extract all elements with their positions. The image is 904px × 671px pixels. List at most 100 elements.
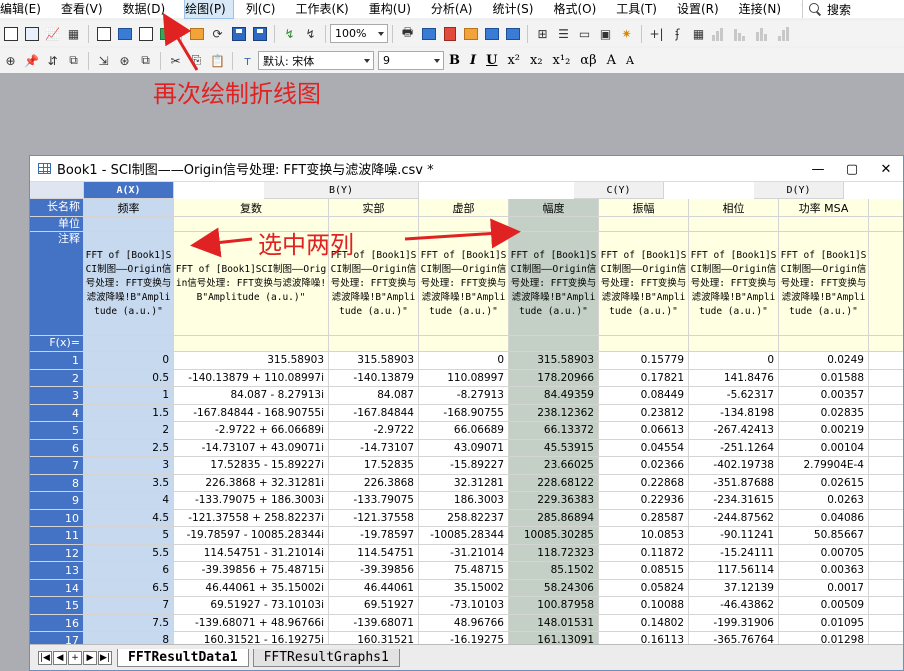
- data-cell[interactable]: 10.0853: [599, 527, 689, 545]
- export-pdf-icon[interactable]: [441, 25, 458, 42]
- data-cell[interactable]: -14.73107: [329, 439, 419, 457]
- formula-cell[interactable]: [419, 336, 509, 352]
- data-cell[interactable]: 148.01531: [509, 614, 599, 632]
- data-cell[interactable]: 226.3868 + 32.31281i: [174, 474, 329, 492]
- data-cell[interactable]: 1: [84, 387, 174, 405]
- open-icon[interactable]: [188, 25, 205, 42]
- data-cell[interactable]: [869, 457, 903, 475]
- data-cell[interactable]: 238.12362: [509, 404, 599, 422]
- new-graph-icon[interactable]: 📈: [44, 25, 61, 42]
- data-cell[interactable]: 69.51927 - 73.10103i: [174, 597, 329, 615]
- project-explorer-icon[interactable]: ⊞: [534, 25, 551, 42]
- pin-icon[interactable]: 📌: [23, 52, 40, 69]
- data-cell[interactable]: 315.58903: [329, 352, 419, 370]
- code-builder-icon[interactable]: ✷: [618, 25, 635, 42]
- data-cell[interactable]: 0.0263: [779, 492, 869, 510]
- data-cell[interactable]: [869, 527, 903, 545]
- data-cell[interactable]: [869, 509, 903, 527]
- zoom-select[interactable]: 100%: [330, 24, 388, 43]
- data-cell[interactable]: 315.58903: [174, 352, 329, 370]
- data-cell[interactable]: 0.0249: [779, 352, 869, 370]
- comment-cell[interactable]: FFT of [Book1]SCI制图——Origin信号处理: FFT变换与滤…: [689, 232, 779, 336]
- search-box[interactable]: 搜索: [802, 0, 904, 18]
- data-cell[interactable]: -15.89227: [419, 457, 509, 475]
- new-matrix-icon[interactable]: ▦: [65, 25, 82, 42]
- data-cell[interactable]: -90.11241: [689, 527, 779, 545]
- duplicate-icon[interactable]: [483, 25, 500, 42]
- data-cell[interactable]: -365.76764: [689, 632, 779, 644]
- data-cell[interactable]: 84.087 - 8.27913i: [174, 387, 329, 405]
- prev-tab-icon[interactable]: ◀: [53, 650, 67, 665]
- long-name-cell[interactable]: 频率: [84, 199, 174, 217]
- menu-item[interactable]: 设置(R): [677, 0, 726, 18]
- last-tab-icon[interactable]: ▶|: [98, 650, 112, 665]
- long-name-cell[interactable]: 幅度: [509, 199, 599, 217]
- data-cell[interactable]: 0.10088: [599, 597, 689, 615]
- formula-cell[interactable]: [84, 336, 174, 352]
- column-header[interactable]: C(Y): [574, 182, 664, 199]
- row-number[interactable]: 12: [30, 544, 84, 562]
- first-tab-icon[interactable]: |◀: [38, 650, 52, 665]
- new-excel-icon[interactable]: [158, 25, 175, 42]
- data-cell[interactable]: 43.09071: [419, 439, 509, 457]
- recalculate-icon[interactable]: ↯: [281, 25, 298, 42]
- data-cell[interactable]: 66.06689: [419, 422, 509, 440]
- units-cell[interactable]: [419, 217, 509, 232]
- row-number[interactable]: 14: [30, 579, 84, 597]
- save-template-icon[interactable]: [251, 25, 268, 42]
- row-number[interactable]: 11: [30, 527, 84, 545]
- data-cell[interactable]: 315.58903: [509, 352, 599, 370]
- data-cell[interactable]: 0.00705: [779, 544, 869, 562]
- data-cell[interactable]: 48.96766: [419, 614, 509, 632]
- add-sheet-icon[interactable]: +: [68, 650, 82, 665]
- minimize-button[interactable]: —: [801, 162, 835, 177]
- data-cell[interactable]: [869, 387, 903, 405]
- menu-item[interactable]: 工作表(K): [296, 0, 356, 18]
- data-cell[interactable]: -133.79075 + 186.3003i: [174, 492, 329, 510]
- chart-thumb-icon[interactable]: [712, 27, 728, 41]
- data-cell[interactable]: 0: [689, 352, 779, 370]
- data-cell[interactable]: 0.00104: [779, 439, 869, 457]
- new-project-icon[interactable]: [2, 25, 19, 42]
- row-number[interactable]: 17: [30, 632, 84, 644]
- data-cell[interactable]: 2.79904E-4: [779, 457, 869, 475]
- data-cell[interactable]: 0: [419, 352, 509, 370]
- data-cell[interactable]: 0.23812: [599, 404, 689, 422]
- long-name-cell[interactable]: 相位: [689, 199, 779, 217]
- data-cell[interactable]: -10085.28344: [419, 527, 509, 545]
- italic-button[interactable]: I: [470, 53, 476, 68]
- import-icon[interactable]: ⇲: [95, 52, 112, 69]
- row-number[interactable]: 10: [30, 509, 84, 527]
- data-cell[interactable]: -133.79075: [329, 492, 419, 510]
- units-cell[interactable]: [599, 217, 689, 232]
- data-cell[interactable]: 3.5: [84, 474, 174, 492]
- menu-item[interactable]: 连接(N): [739, 0, 788, 18]
- data-cell[interactable]: 35.15002: [419, 579, 509, 597]
- row-number[interactable]: 1: [30, 352, 84, 370]
- column-stats-icon[interactable]: ▦: [690, 25, 707, 42]
- data-cell[interactable]: 85.1502: [509, 562, 599, 580]
- units-cell[interactable]: [779, 217, 869, 232]
- data-cell[interactable]: 10085.30285: [509, 527, 599, 545]
- worksheet-grid[interactable]: A(X)B(Y)C(Y)D(Y)E(Y)F(Y)G(Y)H(Y)长名称频率复数实…: [30, 182, 903, 644]
- data-cell[interactable]: 17.52835 - 15.89227i: [174, 457, 329, 475]
- row-number[interactable]: 13: [30, 562, 84, 580]
- long-name-cell[interactable]: 功率 MSA: [779, 199, 869, 217]
- subscript-button[interactable]: x₂: [530, 53, 543, 68]
- paste-icon[interactable]: 📋: [209, 52, 226, 69]
- chart-thumb-icon[interactable]: [734, 27, 750, 41]
- data-cell[interactable]: -267.42413: [689, 422, 779, 440]
- font-name-select[interactable]: 默认: 宋体: [258, 51, 374, 70]
- data-cell[interactable]: 258.82237: [419, 509, 509, 527]
- data-cell[interactable]: 84.087: [329, 387, 419, 405]
- data-cell[interactable]: 5: [84, 527, 174, 545]
- data-cell[interactable]: 114.54751 - 31.21014i: [174, 544, 329, 562]
- workbook-title-bar[interactable]: Book1 - SCI制图——Origin信号处理: FFT变换与滤波降噪.cs…: [30, 156, 903, 182]
- data-cell[interactable]: 2.5: [84, 439, 174, 457]
- save-icon[interactable]: [230, 25, 247, 42]
- greek-button[interactable]: αβ: [580, 53, 596, 68]
- data-cell[interactable]: 160.31521 - 16.19275i: [174, 632, 329, 644]
- data-cell[interactable]: 0.17821: [599, 369, 689, 387]
- comment-cell[interactable]: FFT of [Book1]SCI制图——Origin信号处理: FFT变换与滤…: [84, 232, 174, 336]
- send-ppt-icon[interactable]: [462, 25, 479, 42]
